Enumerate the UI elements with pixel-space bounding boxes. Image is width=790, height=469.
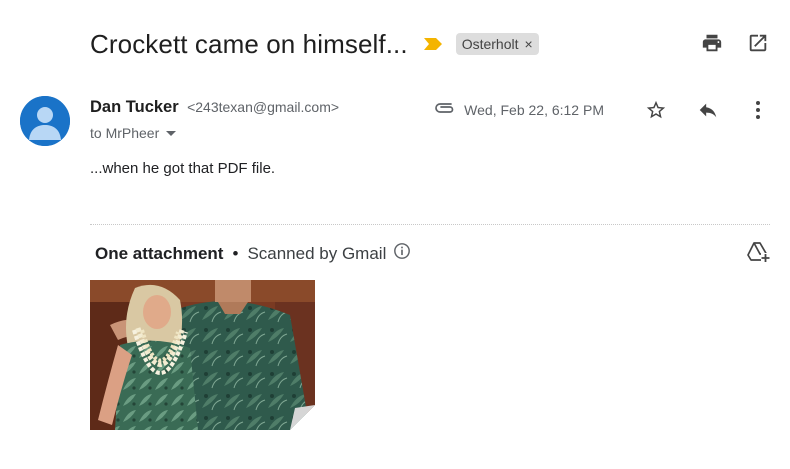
star-icon[interactable]	[644, 98, 668, 122]
attachment-count: One attachment	[95, 243, 224, 263]
sender-email: <243texan@gmail.com>	[187, 99, 340, 115]
subject-actions	[700, 31, 770, 55]
attachments-header: One attachment • Scanned by Gmail	[95, 242, 411, 265]
email-subject: Crockett came on himself...	[90, 28, 408, 59]
label-remove-button[interactable]: ×	[525, 36, 533, 52]
more-vert-icon[interactable]	[746, 98, 770, 122]
label-chip[interactable]: Osterholt ×	[455, 33, 539, 55]
reply-icon[interactable]	[696, 98, 720, 122]
print-icon[interactable]	[700, 31, 724, 55]
attachment-thumbnail[interactable]	[90, 280, 315, 430]
label-chip-text: Osterholt	[461, 36, 519, 52]
recipients-text: to MrPheer	[90, 125, 160, 141]
paperclip-icon	[434, 101, 456, 120]
attachments-divider	[90, 224, 770, 225]
message-body: ...when he got that PDF file.	[90, 160, 276, 177]
avatar[interactable]	[20, 96, 70, 146]
open-in-new-window-icon[interactable]	[746, 31, 770, 55]
scanned-label: Scanned by Gmail	[247, 243, 387, 263]
chevron-down-icon[interactable]	[166, 130, 177, 136]
message-date: Wed, Feb 22, 6:12 PM	[464, 102, 604, 118]
add-to-drive-icon[interactable]	[746, 240, 770, 264]
separator-dot: •	[232, 243, 239, 263]
sender-line: Dan Tucker <243texan@gmail.com>	[90, 98, 339, 117]
subject-row: Crockett came on himself... Osterholt ×	[90, 26, 539, 62]
info-icon[interactable]	[393, 242, 411, 265]
recipients-line[interactable]: to MrPheer	[90, 125, 177, 141]
sender-name[interactable]: Dan Tucker	[90, 98, 179, 116]
importance-marker-icon[interactable]	[423, 38, 442, 50]
message-meta: Wed, Feb 22, 6:12 PM	[434, 98, 770, 122]
